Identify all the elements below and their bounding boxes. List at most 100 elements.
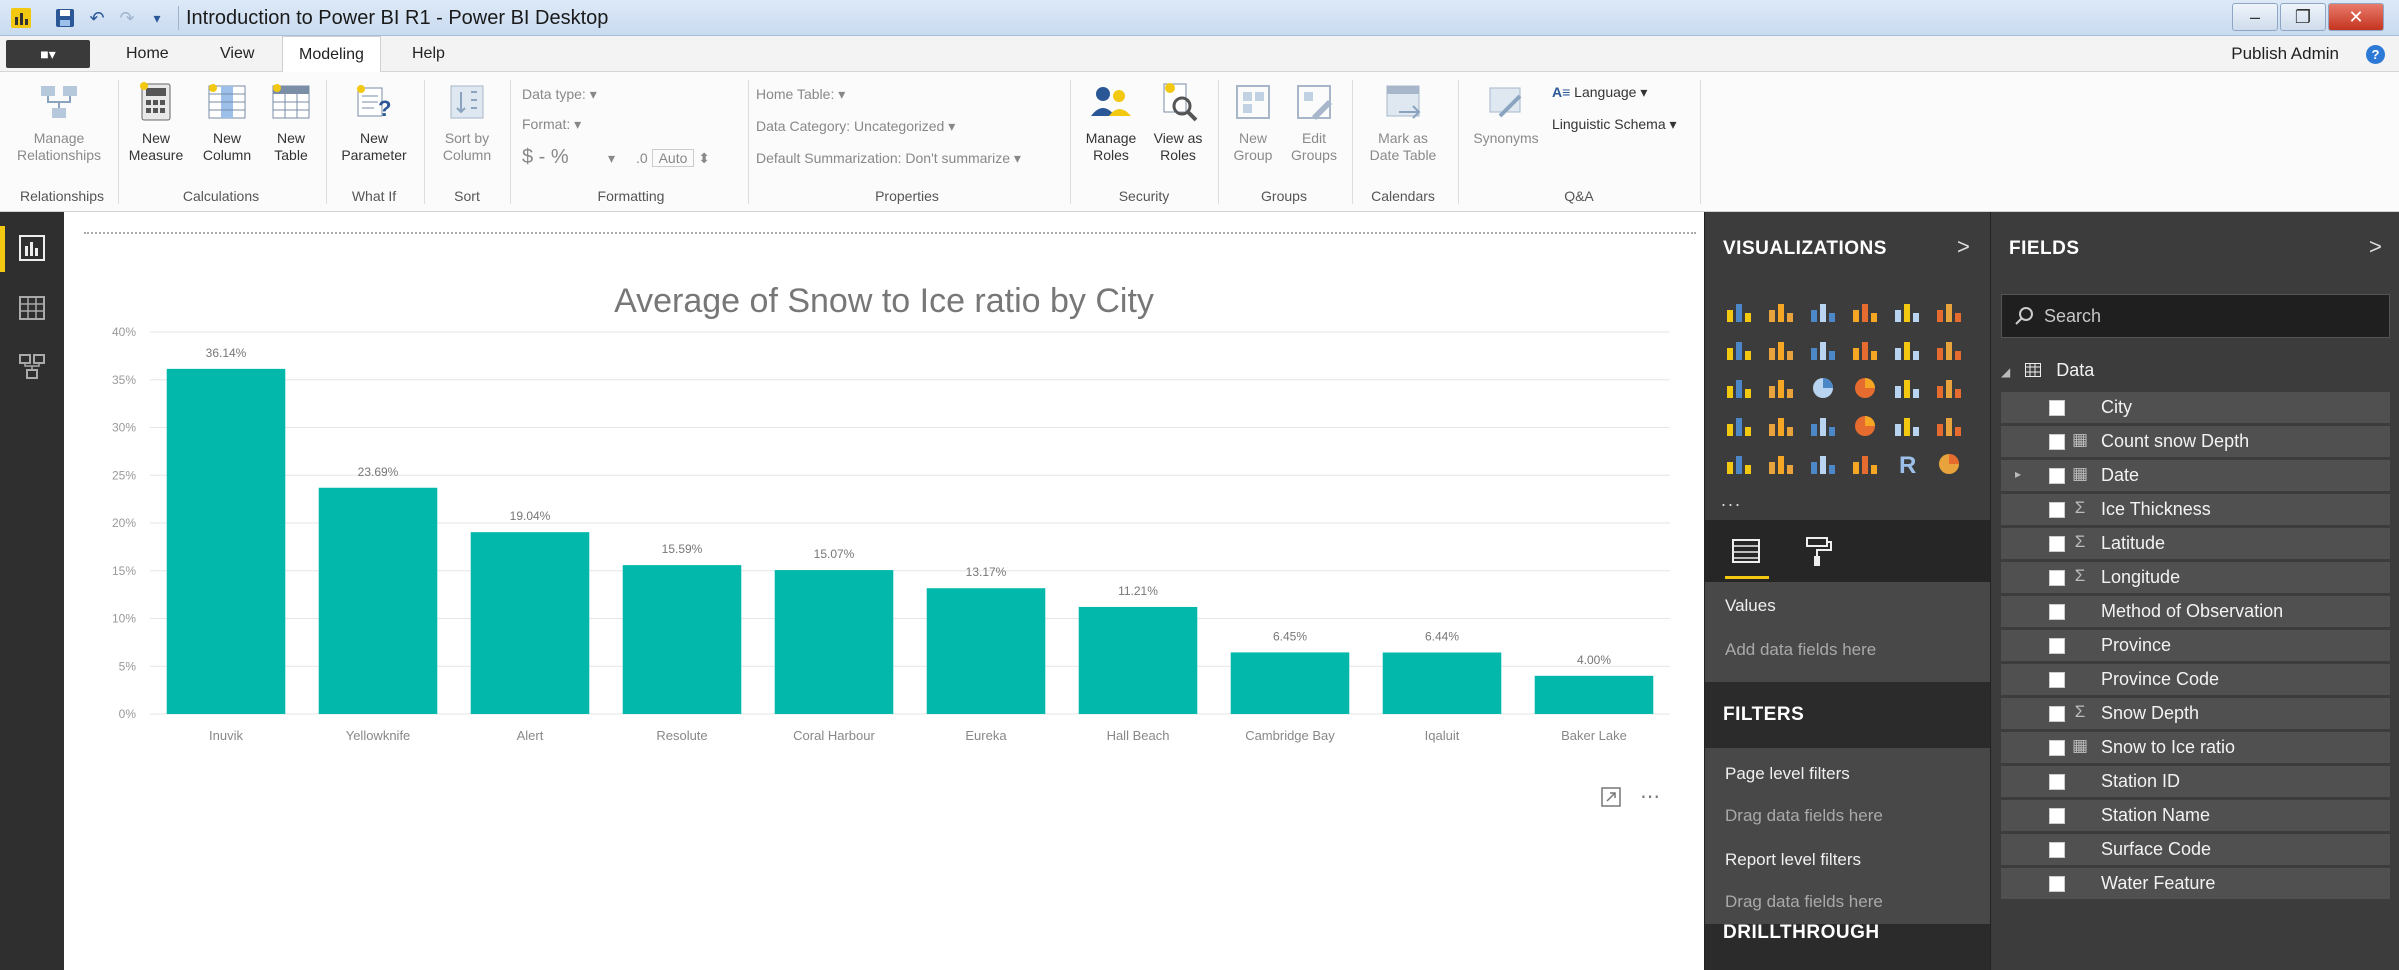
field-checkbox[interactable] [2049, 638, 2065, 654]
field-item[interactable]: Method of Observation [2001, 596, 2390, 628]
view-as-roles-button[interactable]: View as Roles [1146, 80, 1210, 164]
tab-view[interactable]: View [204, 36, 270, 72]
ribbon-chart-icon[interactable] [1935, 338, 1963, 362]
new-parameter-button[interactable]: ? New Parameter [332, 80, 416, 164]
bar[interactable] [926, 588, 1046, 714]
report-view-icon[interactable] [18, 234, 46, 262]
tab-help[interactable]: Help [396, 36, 461, 72]
bar[interactable] [1230, 652, 1350, 714]
synonyms-button[interactable]: Synonyms [1464, 80, 1548, 147]
restore-button[interactable]: ❐ [2280, 3, 2326, 31]
values-drop-zone[interactable]: Add data fields here [1725, 640, 1876, 660]
more-options-icon[interactable]: ⋯ [1640, 784, 1662, 809]
line-column-icon[interactable] [1851, 338, 1879, 362]
field-item[interactable]: Station Name [2001, 800, 2390, 832]
gauge-icon[interactable] [1851, 414, 1879, 438]
funnel-icon[interactable] [1809, 414, 1837, 438]
field-checkbox[interactable] [2049, 502, 2065, 518]
field-item[interactable]: Station ID [2001, 766, 2390, 798]
field-checkbox[interactable] [2049, 672, 2065, 688]
shape-map-icon[interactable] [1767, 414, 1795, 438]
model-view-icon[interactable] [18, 352, 46, 380]
collapse-icon[interactable]: ◢ [2001, 365, 2010, 379]
100-column-icon[interactable] [1935, 300, 1963, 324]
field-item[interactable]: Surface Code [2001, 834, 2390, 866]
format-paint-roller-icon[interactable] [1801, 534, 1835, 568]
focus-mode-icon[interactable] [1600, 786, 1622, 808]
field-item[interactable]: City [2001, 392, 2390, 424]
format-dropdown[interactable]: Format: ▾ [522, 116, 581, 133]
field-item[interactable]: ▦ Count snow Depth [2001, 426, 2390, 458]
help-icon[interactable]: ? [2366, 45, 2385, 64]
field-checkbox[interactable] [2049, 774, 2065, 790]
expand-icon[interactable]: ▸ [2015, 467, 2021, 481]
stacked-column-icon[interactable] [1767, 300, 1795, 324]
field-item[interactable]: Σ Latitude [2001, 528, 2390, 560]
more-visuals-icon[interactable]: ... [1721, 490, 1742, 511]
filled-map-icon[interactable] [1725, 414, 1753, 438]
page-filters-drop-zone[interactable]: Drag data fields here [1725, 806, 1883, 826]
field-item[interactable]: Province Code [2001, 664, 2390, 696]
bar[interactable] [318, 487, 438, 714]
table-icon[interactable] [1809, 452, 1837, 476]
area-chart-icon[interactable] [1767, 338, 1795, 362]
data-category-dropdown[interactable]: Data Category: Uncategorized ▾ [756, 118, 955, 135]
close-button[interactable]: ✕ [2328, 3, 2384, 31]
fields-search-box[interactable] [2001, 294, 2390, 338]
table-node-data[interactable]: ◢ Data [2001, 360, 2094, 381]
new-column-button[interactable]: New Column [196, 80, 258, 164]
mark-as-date-table-button[interactable]: Mark as Date Table [1358, 80, 1448, 164]
bar[interactable] [1382, 652, 1502, 714]
field-item[interactable]: Σ Ice Thickness [2001, 494, 2390, 526]
clustered-bar-icon[interactable] [1809, 300, 1837, 324]
field-checkbox[interactable] [2049, 434, 2065, 450]
bar[interactable] [622, 565, 742, 714]
file-menu-button[interactable]: ■▾ [6, 40, 90, 68]
field-item[interactable]: Water Feature [2001, 868, 2390, 900]
collapse-visualizations-icon[interactable]: > [1957, 234, 1970, 260]
stacked-bar-icon[interactable] [1725, 300, 1753, 324]
field-checkbox[interactable] [2049, 706, 2065, 722]
default-summarization-dropdown[interactable]: Default Summarization: Don't summarize ▾ [756, 150, 1021, 167]
line-chart-icon[interactable] [1725, 338, 1753, 362]
collapse-fields-icon[interactable]: > [2369, 234, 2382, 260]
globe-icon[interactable] [1935, 452, 1963, 476]
edit-groups-button[interactable]: Edit Groups [1284, 80, 1344, 164]
save-icon[interactable] [54, 7, 76, 29]
power-bi-logo-icon[interactable] [10, 7, 32, 29]
fields-well-icon[interactable] [1729, 534, 1763, 568]
r-visual-icon[interactable]: R [1893, 452, 1921, 479]
new-group-button[interactable]: New Group [1224, 80, 1282, 164]
sort-by-column-button[interactable]: Sort by Column [430, 80, 504, 164]
field-checkbox[interactable] [2049, 740, 2065, 756]
report-filters-drop-zone[interactable]: Drag data fields here [1725, 892, 1883, 912]
field-checkbox[interactable] [2049, 876, 2065, 892]
field-item[interactable]: ▸ ▦ Date [2001, 460, 2390, 492]
bar[interactable] [1534, 675, 1654, 714]
customize-quick-access-icon[interactable]: ▾ [146, 7, 168, 29]
field-checkbox[interactable] [2049, 842, 2065, 858]
linguistic-schema-dropdown[interactable]: Linguistic Schema ▾ [1552, 116, 1677, 133]
scatter-icon[interactable] [1767, 376, 1795, 400]
tab-modeling[interactable]: Modeling [282, 36, 381, 73]
field-checkbox[interactable] [2049, 468, 2065, 484]
field-checkbox[interactable] [2049, 808, 2065, 824]
bar[interactable] [774, 570, 894, 714]
treemap-icon[interactable] [1893, 376, 1921, 400]
field-checkbox[interactable] [2049, 570, 2065, 586]
chevron-down-icon[interactable]: ▾ [608, 150, 615, 167]
bar-chart[interactable]: Average of Snow to Ice ratio by City 0% 5… [84, 262, 1684, 782]
currency-format-button[interactable]: $ - % [522, 146, 569, 169]
card-icon[interactable] [1893, 414, 1921, 438]
bar[interactable] [470, 532, 590, 714]
kpi-icon[interactable] [1725, 452, 1753, 476]
tab-home[interactable]: Home [110, 36, 185, 72]
pie-chart-icon[interactable] [1809, 376, 1837, 400]
fields-search-input[interactable] [2044, 303, 2374, 329]
manage-relationships-button[interactable]: Manage Relationships [14, 80, 104, 164]
field-item[interactable]: Σ Snow Depth [2001, 698, 2390, 730]
field-item[interactable]: Σ Longitude [2001, 562, 2390, 594]
stacked-area-icon[interactable] [1809, 338, 1837, 362]
matrix-icon[interactable] [1851, 452, 1879, 476]
multi-row-card-icon[interactable] [1935, 414, 1963, 438]
